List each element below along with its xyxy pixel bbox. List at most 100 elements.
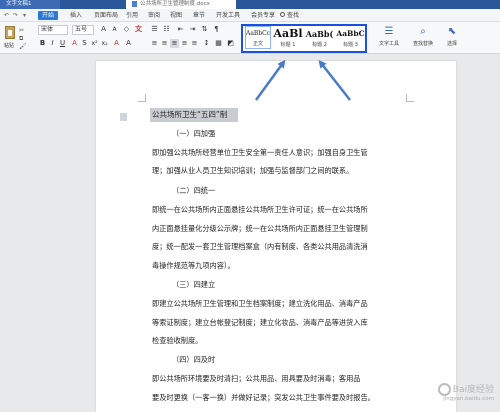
clipboard-icon [5,26,15,39]
style-heading-3-preview: AaBbC [336,29,365,38]
align-right-icon[interactable]: ≡ [180,39,189,48]
doc-line[interactable]: 度；统一配发一套卫生管理档案盒（内有制度、各类公共用品清洗消 [152,242,368,251]
bullets-icon[interactable]: ☰ [150,25,159,34]
document-area[interactable] [0,55,500,412]
document-heading[interactable]: 公共场所卫生“五四”制 [150,108,238,122]
italic-icon[interactable]: I [48,39,57,48]
style-heading-3[interactable]: AaBbC 标题 3 [336,26,365,50]
font-size-select[interactable]: 五号 [72,25,94,35]
cut-icon[interactable]: ✂ [19,27,24,34]
doc-line[interactable]: （四）四及时 [172,355,215,364]
superscript-icon[interactable]: x² [90,39,99,48]
style-normal[interactable]: AaBbCcDd 正文 [245,26,271,49]
doc-line[interactable]: 即公共场所环境要及时清扫；公共用品、用具要及时消毒；客用品 [152,374,360,383]
style-heading-1-caption: 标题 1 [280,42,296,48]
redo-icon[interactable]: ↷ [12,12,19,19]
doc-line[interactable]: （二）四统一 [172,186,215,195]
paste-label: 粘贴 [4,43,15,49]
underline-icon[interactable]: U [58,39,67,48]
highlight-icon[interactable]: A [112,39,121,48]
find-replace-label: 查找替换 [412,41,433,47]
title-bar: 文字文稿1 公共场所卫生管理制度.docx [0,0,500,9]
text-tools-icon: ☰ [384,26,394,37]
distributed-icon[interactable]: ≡ [190,39,199,48]
doc-line[interactable]: 毒操作规范等九项内容）。 [152,261,235,270]
borders-icon[interactable]: ▦ [214,39,223,48]
styles-gallery: AaBbCcDd 正文 AaBl 标题 1 AaBb( 标题 2 AaBbC 标… [241,24,367,53]
phonetic-icon[interactable]: 文 [134,25,143,34]
numbering-icon[interactable]: ☷ [162,25,171,34]
increase-indent-icon[interactable]: ⇥ [188,25,197,34]
document-tab-2-label: 公共场所卫生管理制度.docx [140,1,210,7]
style-heading-2[interactable]: AaBb( 标题 2 [305,26,334,50]
doc-line[interactable]: 检查验收制度。 [152,336,202,345]
doc-line[interactable]: （一）四加强 [172,129,215,138]
bold-icon[interactable]: B [38,39,47,48]
find-replace-button[interactable]: ⌕ 查找替换 [410,25,436,47]
doc-line[interactable]: 等索证制度；建立台帐登记制度；建立化妆品、消毒产品等进货入库 [152,318,368,327]
search-icon [280,12,285,17]
tab-section[interactable]: 章节 [193,11,205,20]
tab-page-layout[interactable]: 页面布局 [94,11,118,20]
watermark-url: jingyan.baidu.com [443,396,494,402]
document-tab-2[interactable]: 公共场所卫生管理制度.docx [126,0,236,9]
doc-line[interactable]: （三）四建立 [172,280,215,289]
align-center-icon[interactable]: ≡ [160,39,169,48]
grow-font-icon[interactable]: A [99,25,108,34]
tab-developer[interactable]: 开发工具 [216,11,240,20]
text-tools-label: 文字工具 [378,41,399,47]
magnifier-icon: ⌕ [420,26,426,37]
document-icon [132,0,137,7]
margin-corner [138,94,146,102]
tab-start[interactable]: 开始 [38,11,59,20]
font-color-icon[interactable]: A [70,39,79,48]
style-heading-1[interactable]: AaBl 标题 1 [273,26,303,50]
clear-format-icon[interactable]: ◇ [122,25,131,34]
tab-member[interactable]: 会员专享 [251,11,275,20]
decrease-indent-icon[interactable]: ⇤ [176,25,185,34]
strikethrough-icon[interactable]: S [80,39,89,48]
search-command[interactable]: 查找 [280,11,312,20]
doc-line[interactable]: 内正面悬挂量化分级公示牌；统一在公共场所内正面悬挂卫生管理制 [152,224,368,233]
sort-icon[interactable]: ⇅ [200,25,209,34]
align-justify-icon[interactable]: ≡ [170,39,179,48]
style-heading-2-preview: AaBb( [305,29,334,39]
subscript-icon[interactable]: x₂ [100,39,109,48]
char-shading-icon[interactable]: A [124,39,133,48]
style-normal-preview: AaBbCcDd [246,30,270,37]
shrink-font-icon[interactable]: A [110,25,119,34]
copy-icon[interactable]: ⧉ [19,35,23,42]
style-heading-3-caption: 标题 3 [343,42,358,48]
show-marks-icon[interactable]: ¶ [212,25,221,34]
style-heading-1-preview: AaBl [273,27,303,40]
doc-line[interactable]: 理；加强从业人员卫生知识培训；加强与监督部门之间的联系。 [152,166,353,175]
align-left-icon[interactable]: ≡ [150,39,159,48]
tab-insert[interactable]: 插入 [70,11,82,20]
format-painter-icon[interactable]: 🖌 [19,43,27,50]
baidu-logo-icon [437,383,451,396]
select-button[interactable]: ⬉ 选择 [441,25,463,47]
paragraph-handle-icon[interactable] [120,113,127,121]
menu-bar: ↶ ↷ ▾ 开始 插入 页面布局 引用 审阅 视图 章节 开发工具 会员专享 查… [0,9,500,22]
doc-line[interactable]: 即加强公共场所经营单位卫生安全第一责任人意识；加强自身卫生管 [152,148,368,157]
doc-line[interactable]: 即统一在公共场所内正面悬挂公共场所卫生许可证；统一在公共场所 [152,205,368,214]
tab-view[interactable]: 视图 [170,11,182,20]
watermark-text: Bai度经验 [452,385,494,395]
margin-corner [406,94,414,102]
document-tab-1[interactable]: 文字文稿1 [0,0,60,9]
text-tools-button[interactable]: ☰ 文字工具 [377,25,401,47]
cursor-icon: ⬉ [447,26,457,37]
tab-review[interactable]: 审阅 [148,11,160,20]
tab-references[interactable]: 引用 [126,11,138,20]
shading-icon[interactable]: ◩ [226,39,235,48]
style-heading-2-caption: 标题 2 [312,42,327,48]
paste-button[interactable]: ✂ ⧉ 🖌 粘贴 [3,25,31,51]
watermark: Bai度经验 jingyan.baidu.com [437,382,494,402]
select-label: 选择 [446,41,457,47]
chevron-down-icon[interactable]: ▾ [21,12,28,19]
undo-icon[interactable]: ↶ [3,12,10,19]
doc-line[interactable]: 即建立公共场所卫生管理和卫生档案制度；建立洗化用品、消毒产品 [152,299,368,308]
doc-line[interactable]: 要及时更换（一客一换）并做好记录；突发公共卫生事件要及时报告。 [152,393,375,402]
line-spacing-icon[interactable]: ↕ [202,39,211,48]
font-name-select[interactable]: 宋体 [38,25,68,35]
